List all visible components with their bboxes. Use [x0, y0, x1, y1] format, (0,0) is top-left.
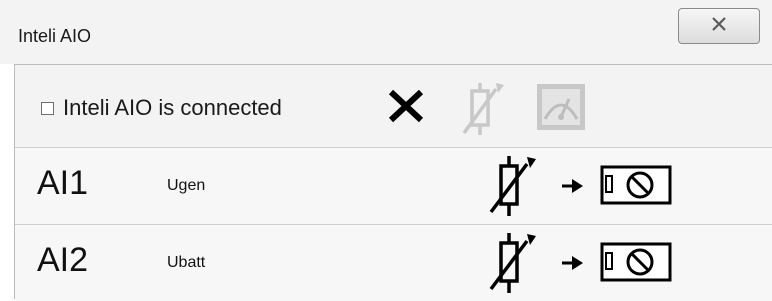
analog-input-row[interactable]: AI2 Ubatt — [15, 225, 772, 301]
window-title: Inteli AIO — [18, 26, 92, 46]
arrow-right-icon — [560, 253, 584, 278]
terminal-connector-icon[interactable] — [600, 242, 672, 287]
input-name: AI2 — [37, 241, 89, 279]
connection-row: Inteli AIO is connected — [15, 65, 772, 148]
resistor-sensor-icon[interactable] — [485, 154, 537, 223]
gauge-graph-icon — [536, 83, 586, 136]
close-icon — [711, 16, 727, 36]
inteli-aio-window: Inteli AIO Inteli AIO is connected AI1 U… — [0, 0, 772, 301]
input-name: AI1 — [37, 164, 89, 202]
x-mark-icon — [387, 89, 425, 128]
resistor-sensor-icon[interactable] — [485, 231, 537, 300]
input-signal: Ubatt — [167, 254, 206, 271]
terminal-connector-icon[interactable] — [600, 165, 672, 210]
connected-checkbox[interactable] — [41, 102, 54, 115]
close-button[interactable] — [678, 8, 760, 44]
analog-input-row[interactable]: AI1 Ugen — [15, 148, 772, 225]
title-bar: Inteli AIO — [0, 0, 772, 64]
input-signal: Ugen — [167, 177, 206, 194]
arrow-right-icon — [560, 176, 584, 201]
aio-panel: Inteli AIO is connected AI1 Ugen AI2 Uba… — [14, 64, 772, 301]
resistor-sensor-icon — [458, 81, 506, 142]
connected-checkbox-label[interactable]: Inteli AIO is connected — [63, 95, 282, 121]
